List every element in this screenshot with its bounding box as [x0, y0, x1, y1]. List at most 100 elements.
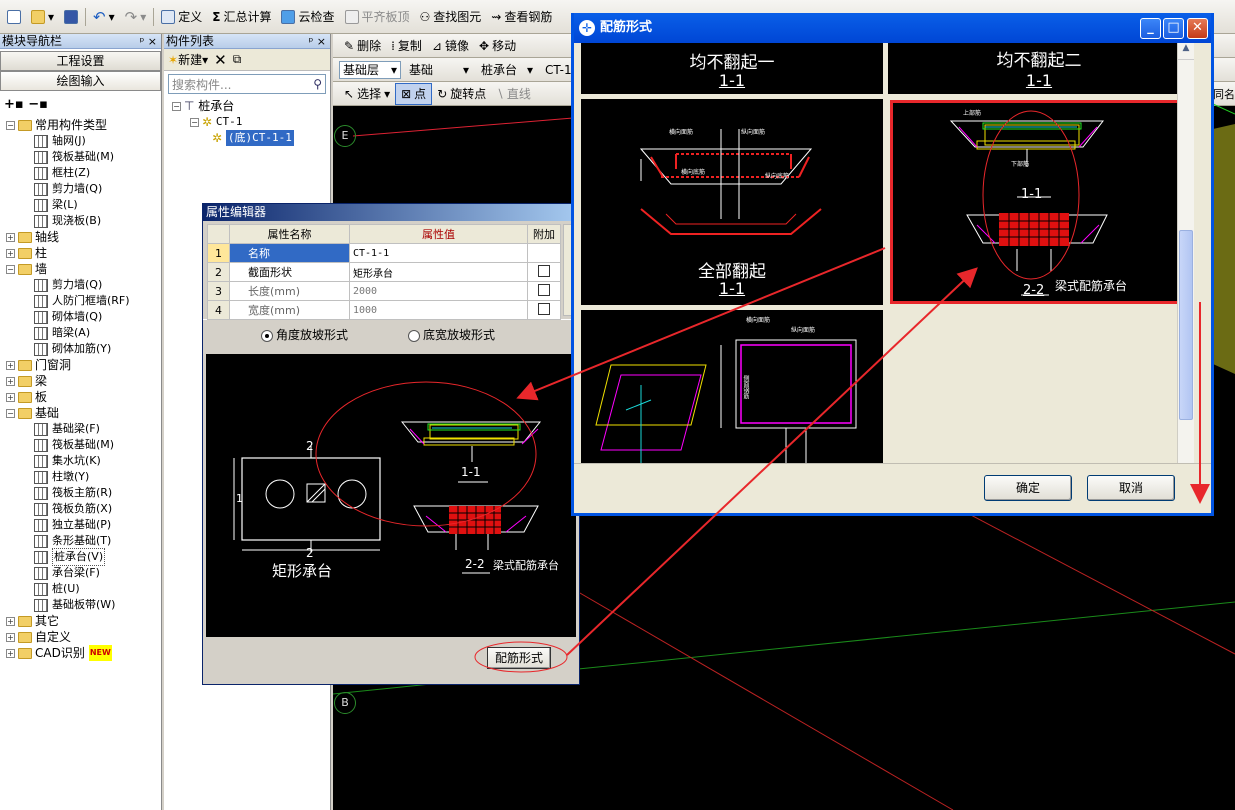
nav-item[interactable]: 暗梁(A) [6, 325, 161, 341]
save-button[interactable] [59, 6, 83, 28]
nav-item[interactable]: 桩承台(V) [6, 548, 161, 566]
cancel-button[interactable]: 取消 [1087, 475, 1175, 501]
nav-item[interactable]: 筏板基础(M) [6, 149, 161, 165]
property-row[interactable]: 3 长度(mm) 2000 [207, 281, 561, 301]
nav-group[interactable]: + 板 [6, 389, 161, 405]
ok-button[interactable]: 确定 [984, 475, 1072, 501]
maximize-button[interactable]: □ [1163, 18, 1184, 39]
minimize-button[interactable]: _ [1140, 18, 1161, 39]
cloud-check-button[interactable]: 云检查 [276, 6, 339, 28]
nav-item-label: 桩承台(V) [52, 548, 106, 566]
expand-icon[interactable]: + [6, 632, 15, 642]
pin-icon[interactable]: ᵖ × [309, 34, 326, 49]
expand-icon[interactable]: + [6, 248, 15, 258]
undo-button[interactable]: ↶ ▾ [88, 6, 120, 28]
scroll-thumb[interactable] [1179, 230, 1193, 420]
property-row[interactable]: 4 宽度(mm) 1000 [207, 300, 561, 320]
find-element-button[interactable]: ⚇ 查找图元 [415, 6, 487, 28]
collapse-icon[interactable]: − [6, 264, 15, 274]
nav-item[interactable]: 现浇板(B) [6, 213, 161, 229]
nav-item[interactable]: 框柱(Z) [6, 165, 161, 181]
nav-item[interactable]: 砌体墙(Q) [6, 309, 161, 325]
tree-item-ct1[interactable]: − ✲ CT-1 [172, 114, 330, 130]
nav-item[interactable]: 筏板负筋(X) [6, 501, 161, 517]
expand-collapse-all[interactable]: +▪ −▪ [0, 91, 161, 117]
expand-icon[interactable]: + [6, 360, 15, 370]
tree-item-ct1-1[interactable]: ✲ (底)CT-1-1 [172, 130, 330, 146]
nav-item[interactable]: 筏板基础(M) [6, 437, 161, 453]
nav-group[interactable]: + 轴线 [6, 229, 161, 245]
nav-group[interactable]: − 基础 [6, 405, 161, 421]
option-no-bend-2[interactable]: 均不翻起二 1-1 [888, 43, 1190, 94]
nav-item[interactable]: 轴网(J) [6, 133, 161, 149]
collapse-icon[interactable]: − [172, 101, 181, 111]
project-settings-button[interactable]: 工程设置 [0, 51, 161, 71]
nav-group[interactable]: + CAD识别 NEW [6, 645, 161, 661]
nav-group[interactable]: + 其它 [6, 613, 161, 629]
expand-icon[interactable]: + [6, 376, 15, 386]
copy-icon[interactable]: ⧉ [233, 52, 242, 67]
option-beam-style[interactable]: 上部筋 下部筋 1-1 2-2 梁式配筋承台 [890, 100, 1193, 304]
scroll-up-icon[interactable]: ▲ [1178, 43, 1194, 60]
nav-group[interactable]: − 墙 [6, 261, 161, 277]
nav-item[interactable]: 筏板主筋(R) [6, 485, 161, 501]
expand-icon[interactable]: + [6, 648, 15, 658]
radio-angle-slope[interactable]: 角度放坡形式 [261, 326, 348, 343]
nav-item[interactable]: 砌体加筋(Y) [6, 341, 161, 357]
tree-root[interactable]: − ⊤ 桩承台 [172, 98, 330, 114]
component-search-input[interactable]: 搜索构件... ⚲ [168, 74, 326, 94]
property-row[interactable]: 1 名称 CT-1-1 [207, 243, 561, 263]
expand-icon[interactable]: + [6, 616, 15, 626]
define-button[interactable]: 定义 [156, 6, 207, 28]
nav-item[interactable]: 基础板带(W) [6, 597, 161, 613]
new-file-button[interactable] [2, 6, 26, 28]
nav-item[interactable]: 基础梁(F) [6, 421, 161, 437]
redo-button[interactable]: ↷ ▾ [120, 6, 152, 28]
close-button[interactable]: ✕ [1187, 18, 1208, 39]
property-row[interactable]: 2 截面形状 矩形承台 [207, 262, 561, 282]
extra-checkbox[interactable] [538, 302, 550, 315]
nav-group[interactable]: − 常用构件类型 [6, 117, 161, 133]
align-top-button[interactable]: 平齐板顶 [340, 6, 415, 28]
nav-item[interactable]: 承台梁(F) [6, 565, 161, 581]
new-star-icon: ✶ [168, 53, 179, 67]
nav-item[interactable]: 桩(U) [6, 581, 161, 597]
expand-icon[interactable]: + [6, 392, 15, 402]
nav-item[interactable]: 人防门框墙(RF) [6, 293, 161, 309]
summary-calc-button[interactable]: Σ 汇总计算 [207, 6, 276, 28]
collapse-all-icon[interactable]: −▪ [28, 97, 48, 112]
nav-group[interactable]: + 自定义 [6, 629, 161, 645]
extra-checkbox[interactable] [538, 283, 550, 296]
expand-all-icon[interactable]: +▪ [4, 97, 24, 112]
nav-group[interactable]: + 梁 [6, 373, 161, 389]
option-no-bend-1[interactable]: 均不翻起一 1-1 [581, 43, 883, 94]
nav-item[interactable]: 集水坑(K) [6, 453, 161, 469]
nav-item[interactable]: 剪力墙(Q) [6, 181, 161, 197]
collapse-icon[interactable]: − [6, 408, 15, 418]
new-component-button[interactable]: ✶新建▾ [168, 51, 208, 68]
extra-checkbox[interactable] [538, 264, 550, 277]
search-icon[interactable]: ⚲ [313, 77, 322, 91]
option-side-rebar[interactable]: 横向面筋 纵向面筋 侧面钢筋 [581, 310, 883, 463]
nav-item[interactable]: 梁(L) [6, 197, 161, 213]
delete-icon[interactable]: ✕ [214, 51, 227, 69]
option-all-bend[interactable]: 横向面筋 纵向面筋 横向底筋 纵向底筋 全部翻起 1-1 [581, 99, 883, 305]
radio-width-slope[interactable]: 底宽放坡形式 [408, 326, 495, 343]
pin-icon[interactable]: ᵖ × [140, 34, 157, 49]
extra-checkbox-cell [527, 262, 561, 282]
expand-icon[interactable]: + [6, 232, 15, 242]
dialog-scrollbar[interactable]: ▲ [1177, 43, 1194, 463]
nav-item[interactable]: 柱墩(Y) [6, 469, 161, 485]
nav-group[interactable]: + 柱 [6, 245, 161, 261]
nav-item[interactable]: 独立基础(P) [6, 517, 161, 533]
draw-input-button[interactable]: 绘图输入 [0, 71, 161, 91]
nav-item[interactable]: 条形基础(T) [6, 533, 161, 549]
nav-group[interactable]: + 门窗洞 [6, 357, 161, 373]
nav-item[interactable]: 剪力墙(Q) [6, 277, 161, 293]
collapse-icon[interactable]: − [190, 117, 199, 127]
open-button[interactable]: ▾ [26, 6, 59, 28]
row-number: 3 [207, 281, 230, 301]
component-type-icon [34, 422, 48, 436]
collapse-icon[interactable]: − [6, 120, 15, 130]
view-rebar-button[interactable]: ⇝ 查看钢筋 [486, 6, 557, 28]
